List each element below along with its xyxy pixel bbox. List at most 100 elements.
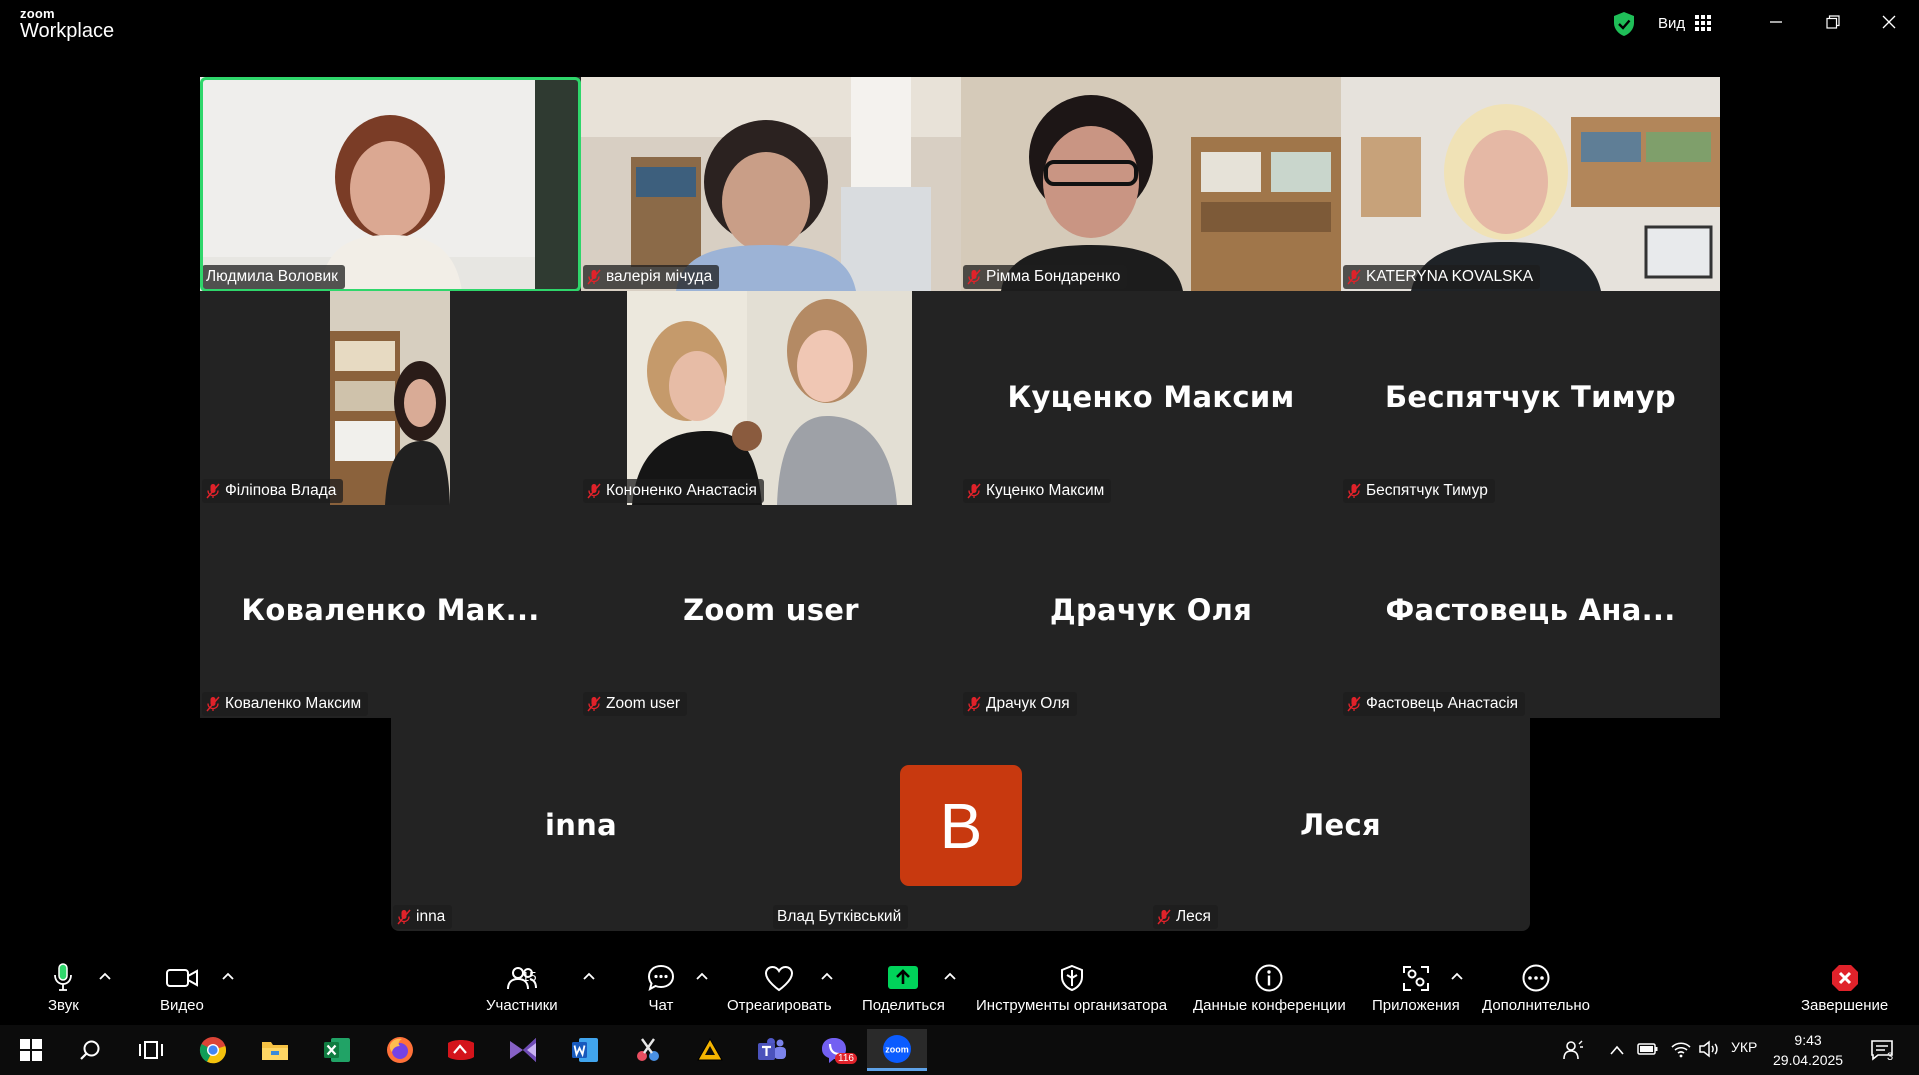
host-tools-button[interactable]: Инструменты организатора: [976, 961, 1167, 1014]
participant-tile-11[interactable]: Драчук Оля Драчук Оля: [961, 505, 1341, 718]
notifications-button[interactable]: 3: [1865, 1033, 1899, 1067]
muted-mic-icon: [1347, 483, 1361, 499]
participant-tile-5[interactable]: Філіпова Влада: [200, 291, 581, 505]
video-button[interactable]: Видео: [160, 961, 204, 1014]
snipping-tool-icon: [637, 1038, 659, 1061]
muted-mic-icon: [967, 269, 981, 285]
volume-icon[interactable]: [1698, 1040, 1720, 1058]
input-language[interactable]: УКР: [1731, 1039, 1757, 1055]
firefox-taskbar-button[interactable]: [383, 1033, 417, 1067]
host-tools-label: Инструменты организатора: [976, 997, 1168, 1014]
participant-display-name: Драчук Оля: [1049, 593, 1253, 627]
share-button[interactable]: Поделиться: [862, 961, 945, 1014]
participant-tile-8[interactable]: Беспятчук Тимур Беспятчук Тимур: [1341, 291, 1720, 505]
participant-name: Філіпова Влада: [225, 482, 337, 499]
chrome-taskbar-button[interactable]: [196, 1033, 230, 1067]
pdf-reader-taskbar-button[interactable]: [444, 1033, 478, 1067]
participant-name-label: Куценко Максим: [963, 479, 1112, 503]
close-button[interactable]: [1866, 8, 1912, 36]
end-meeting-label: Завершение: [1801, 997, 1889, 1014]
file-explorer-taskbar-button[interactable]: [258, 1033, 292, 1067]
encryption-shield-icon[interactable]: [1612, 11, 1636, 37]
share-options-chevron-up-icon[interactable]: [943, 971, 957, 981]
apps-button[interactable]: Приложения: [1372, 961, 1460, 1014]
participant-name-label: inna: [393, 905, 453, 929]
participant-tile-15[interactable]: Леся Леся: [1151, 718, 1530, 931]
participant-name-label: Людмила Воловик: [202, 265, 345, 289]
audio-options-chevron-up-icon[interactable]: [98, 971, 112, 981]
muted-mic-icon: [1347, 269, 1361, 285]
participant-name: валерія мічуда: [606, 268, 713, 285]
participant-tile-7[interactable]: Куценко Максим Куценко Максим: [961, 291, 1341, 505]
search-button[interactable]: [73, 1033, 107, 1067]
zoom-app-icon: zoom: [883, 1034, 911, 1063]
participant-tile-13[interactable]: inna inna: [391, 718, 771, 931]
participant-name: Драчук Оля: [986, 695, 1070, 712]
drive-taskbar-button[interactable]: [693, 1033, 727, 1067]
more-icon: [1522, 964, 1550, 992]
participant-name: Влад Бутківський: [777, 908, 902, 925]
system-clock[interactable]: 9:43 29.04.2025: [1773, 1030, 1843, 1070]
teams-taskbar-button[interactable]: [755, 1033, 789, 1067]
minimize-button[interactable]: [1753, 8, 1799, 36]
snipping-tool-taskbar-button[interactable]: [631, 1033, 665, 1067]
zoom-taskbar-button[interactable]: zoom: [867, 1029, 927, 1071]
chrome-icon: [199, 1037, 227, 1064]
video-camera-icon: [165, 969, 198, 987]
participant-name: Фастовець Анастасія: [1366, 695, 1519, 712]
excel-taskbar-button[interactable]: [320, 1033, 354, 1067]
viber-taskbar-button[interactable]: 116: [817, 1033, 857, 1067]
meeting-toolbar: Звук Видео Участники 15 Чат Отреагироват…: [0, 951, 1919, 1025]
participant-video: [1341, 77, 1720, 291]
windows-logo-icon: [20, 1039, 42, 1061]
wifi-icon[interactable]: [1670, 1040, 1692, 1058]
more-button[interactable]: Дополнительно: [1482, 961, 1590, 1014]
meeting-info-button[interactable]: Данные конференции: [1193, 961, 1346, 1014]
participant-display-name: inna: [544, 808, 617, 842]
start-button[interactable]: [14, 1033, 48, 1067]
task-view-button[interactable]: [134, 1033, 168, 1067]
participant-tile-6[interactable]: Кононенко Анастасія: [581, 291, 961, 505]
participants-options-chevron-up-icon[interactable]: [582, 971, 596, 981]
heart-icon: [765, 965, 794, 992]
audio-button[interactable]: Звук: [48, 961, 79, 1014]
end-meeting-button[interactable]: Завершение: [1801, 961, 1888, 1014]
view-button[interactable]: Вид: [1658, 12, 1712, 34]
participant-display-name: Коваленко Мак...: [241, 593, 540, 627]
chat-options-chevron-up-icon[interactable]: [695, 971, 709, 981]
participant-video: [581, 77, 961, 291]
participant-tile-12[interactable]: Фастовець Ана... Фастовець Анастасія: [1341, 505, 1720, 718]
participants-button[interactable]: Участники 15: [486, 961, 558, 1014]
participant-tile-3[interactable]: Рімма Бондаренко: [961, 77, 1341, 291]
visual-studio-taskbar-button[interactable]: [506, 1033, 540, 1067]
chat-button[interactable]: Чат: [647, 961, 675, 1014]
folder-icon: [262, 1042, 288, 1060]
react-options-chevron-up-icon[interactable]: [820, 971, 834, 981]
participant-name: Рімма Бондаренко: [986, 268, 1121, 285]
muted-mic-icon: [1157, 909, 1171, 925]
video-options-chevron-up-icon[interactable]: [221, 971, 235, 981]
react-button[interactable]: Отреагировать: [727, 961, 832, 1014]
battery-icon[interactable]: [1637, 1041, 1659, 1057]
muted-mic-icon: [397, 909, 411, 925]
restore-button[interactable]: [1810, 8, 1856, 36]
participant-tile-10[interactable]: Zoom user Zoom user: [581, 505, 961, 718]
tray-chevron-up-icon[interactable]: [1609, 1044, 1625, 1056]
people-icon[interactable]: [1562, 1040, 1584, 1060]
muted-mic-icon: [967, 483, 981, 499]
apps-icon: [1402, 966, 1429, 991]
participant-tile-1[interactable]: Людмила Воловик: [200, 77, 580, 291]
end-meeting-icon: [1831, 965, 1858, 991]
pdf-reader-icon: [448, 1040, 474, 1060]
participant-name: Куценко Максим: [986, 482, 1105, 499]
participants-label: Участники: [486, 997, 558, 1014]
avatar-letter: B: [939, 789, 983, 862]
word-taskbar-button[interactable]: [568, 1033, 602, 1067]
participant-tile-4[interactable]: KATERYNA KOVALSKA: [1341, 77, 1720, 291]
share-screen-icon: [888, 966, 919, 989]
windows-taskbar: 116 zoom УКР 9:43 29.04.2025 3: [0, 1025, 1919, 1075]
apps-options-chevron-up-icon[interactable]: [1450, 971, 1464, 981]
visual-studio-icon: [510, 1038, 536, 1062]
participant-tile-9[interactable]: Коваленко Мак... Коваленко Максим: [200, 505, 581, 718]
participant-tile-2[interactable]: валерія мічуда: [581, 77, 961, 291]
